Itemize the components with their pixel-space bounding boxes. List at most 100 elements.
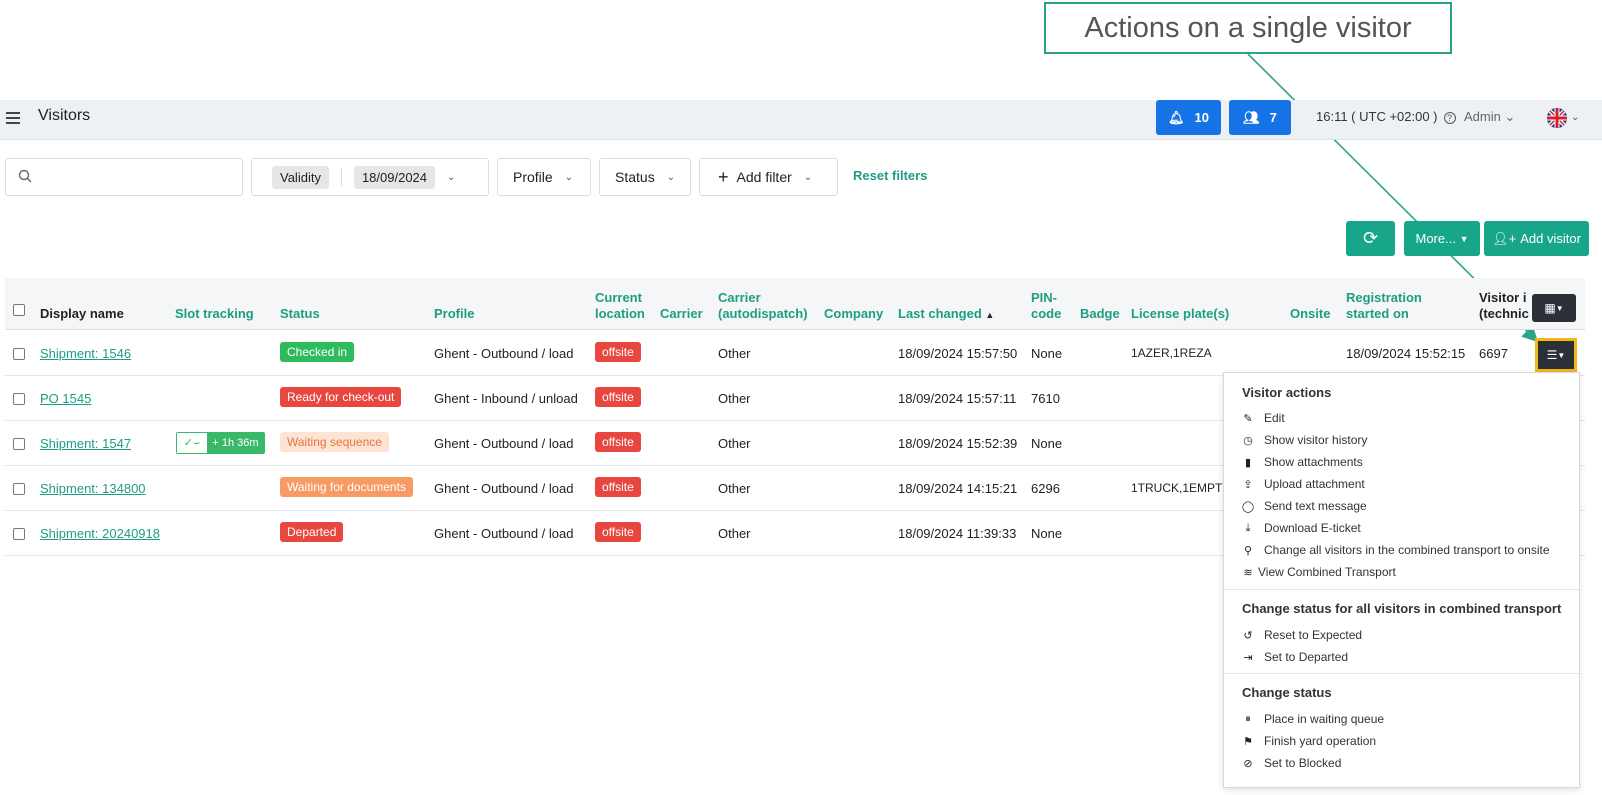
refresh-icon: ⟳ (1362, 228, 1379, 248)
visitor-link[interactable]: Shipment: 20240918 (40, 526, 160, 541)
menu-item-eticket[interactable]: ⤓ Download E-ticket (1242, 521, 1361, 535)
col-onsite[interactable]: Onsite (1290, 306, 1330, 322)
col-badge[interactable]: Badge (1080, 306, 1120, 322)
status-badge: Ready for check-out (280, 387, 402, 407)
visitor-link[interactable]: Shipment: 1547 (40, 436, 131, 451)
add-filter-button[interactable]: + Add filter ⌄ (699, 158, 838, 196)
pin-cell: None (1031, 526, 1063, 541)
upload-icon: ⇪ (1243, 478, 1253, 491)
more-button[interactable]: More... ▼ (1404, 221, 1480, 256)
profile-filter[interactable]: Profile ⌄ (497, 158, 591, 196)
col-carrier[interactable]: Carrier (660, 306, 703, 322)
col-carrier-autodispatch[interactable]: Carrier (autodispatch) (718, 290, 808, 322)
menu-item-view-combined[interactable]: ≋ View Combined Transport (1242, 565, 1396, 579)
col-license-plates[interactable]: License plate(s) (1131, 306, 1229, 322)
select-all-checkbox[interactable] (13, 304, 25, 316)
add-visitor-button[interactable]: 👤︎+ Add visitor (1484, 221, 1589, 256)
row-checkbox[interactable] (13, 438, 25, 450)
menu-item-change-onsite[interactable]: ⚲ Change all visitors in the combined tra… (1242, 543, 1550, 557)
status-badge: Departed (280, 522, 344, 542)
menu-section-change-status: Change status (1242, 685, 1332, 700)
file-icon: ▮ (1244, 456, 1252, 469)
layers-icon: ≋ (1243, 566, 1253, 579)
menu-section-combined-status: Change status for all visitors in combin… (1242, 601, 1562, 616)
table-row[interactable]: Shipment: 1546 Checked in Ghent - Outbou… (5, 331, 1585, 376)
user-name: Admin (1464, 109, 1501, 124)
menu-item-label: Change all visitors in the combined tran… (1264, 543, 1550, 557)
menu-item-reset-expected[interactable]: ↺ Reset to Expected (1242, 628, 1362, 642)
column-chooser-button[interactable]: ▦ ▼ (1532, 294, 1576, 322)
col-registration-started[interactable]: Registration started on (1346, 290, 1422, 322)
language-chevron-icon[interactable]: ⌄ (1571, 112, 1579, 123)
menu-item-set-blocked[interactable]: ⊘ Set to Blocked (1242, 756, 1341, 770)
col-reg-l1: Registration (1346, 290, 1422, 305)
profile-filter-label: Profile (513, 169, 553, 185)
visitor-link[interactable]: PO 1545 (40, 391, 91, 406)
col-visitor-id[interactable]: Visitor i (technic (1479, 290, 1534, 322)
menu-item-waiting-queue[interactable]: ⏸︎ Place in waiting queue (1242, 712, 1384, 726)
reset-filters-link[interactable]: Reset filters (853, 168, 927, 183)
clock: 16:11 ( UTC +02:00 )? (1316, 109, 1456, 124)
status-badge: Checked in (280, 342, 355, 362)
col-profile[interactable]: Profile (434, 306, 474, 322)
carrier-auto-cell: Other (718, 481, 751, 496)
menu-divider (1224, 589, 1579, 590)
location-badge: offsite (595, 522, 641, 542)
menu-item-upload[interactable]: ⇪ Upload attachment (1242, 477, 1365, 491)
col-display-name[interactable]: Display name (40, 306, 124, 322)
refresh-button[interactable]: ⟳ (1346, 221, 1395, 256)
col-status[interactable]: Status (280, 306, 320, 322)
carrier-auto-cell: Other (718, 391, 751, 406)
col-last-changed[interactable]: Last changed ▲ (898, 306, 994, 323)
registration-cell: 18/09/2024 15:52:15 (1346, 346, 1466, 361)
menu-item-label: Edit (1264, 411, 1285, 425)
profile-cell: Ghent - Inbound / unload (434, 391, 578, 406)
row-checkbox[interactable] (13, 393, 25, 405)
chevron-down-icon: ⌄ (447, 171, 456, 183)
status-filter[interactable]: Status ⌄ (599, 158, 691, 196)
col-pin-code[interactable]: PIN-code (1031, 290, 1061, 322)
uk-flag-icon[interactable] (1547, 108, 1567, 128)
row-actions-button[interactable]: ☰ ▼ (1535, 338, 1577, 372)
menu-item-label: Upload attachment (1264, 477, 1365, 491)
menu-item-set-departed[interactable]: ⇥ Set to Departed (1242, 650, 1348, 664)
status-badge: Waiting sequence (280, 432, 389, 452)
col-company[interactable]: Company (824, 306, 883, 322)
menu-item-attachments[interactable]: ▮ Show attachments (1242, 455, 1363, 469)
menu-item-history[interactable]: ◷ Show visitor history (1242, 433, 1367, 447)
col-slot-tracking[interactable]: Slot tracking (175, 306, 254, 322)
menu-item-sms[interactable]: ◯ Send text message (1242, 499, 1367, 513)
user-menu[interactable]: Admin ⌄ (1464, 109, 1515, 125)
col-current-location[interactable]: Current location (595, 290, 645, 322)
pin-cell: None (1031, 346, 1063, 361)
last-changed-cell: 18/09/2024 15:57:50 (898, 346, 1018, 361)
menu-item-label: View Combined Transport (1258, 565, 1396, 579)
pin-cell: None (1031, 436, 1063, 451)
row-checkbox[interactable] (13, 483, 25, 495)
add-user-icon: 👤︎+ (1492, 230, 1517, 246)
hamburger-menu-icon[interactable] (6, 112, 20, 124)
visitor-link[interactable]: Shipment: 134800 (40, 481, 146, 496)
download-icon: ⤓ (1245, 521, 1251, 534)
menu-item-edit[interactable]: ✎ Edit (1242, 411, 1285, 425)
chevron-down-icon: ⌄ (803, 171, 813, 183)
menu-item-finish-yard[interactable]: ⚑ Finish yard operation (1242, 734, 1376, 748)
status-badge: Waiting for documents (280, 477, 413, 497)
profile-cell: Ghent - Outbound / load (434, 526, 574, 541)
col-last-changed-label: Last changed (898, 306, 982, 321)
notifications-button[interactable]: 🔔︎ 10 (1156, 100, 1221, 135)
menu-divider (1224, 673, 1579, 674)
visitor-link[interactable]: Shipment: 1546 (40, 346, 131, 361)
visitor-actions-menu: Visitor actions ✎ Edit ◷ Show visitor hist… (1223, 372, 1580, 788)
row-checkbox[interactable] (13, 348, 25, 360)
license-cell: 1AZER,1REZA (1131, 346, 1212, 360)
validity-filter[interactable]: Validity 18/09/2024 ⌄ (251, 158, 489, 196)
help-icon[interactable]: ? (1443, 112, 1456, 124)
search-input[interactable] (5, 158, 243, 196)
col-carrier-auto-l1: Carrier (718, 290, 761, 305)
col-pin-l2: code (1031, 306, 1062, 321)
row-checkbox[interactable] (13, 528, 25, 540)
visitors-onsite-button[interactable]: 👥︎ 7 (1229, 100, 1291, 135)
checkered-flag-icon: ⚑ (1243, 735, 1253, 748)
last-changed-cell: 18/09/2024 14:15:21 (898, 481, 1018, 496)
